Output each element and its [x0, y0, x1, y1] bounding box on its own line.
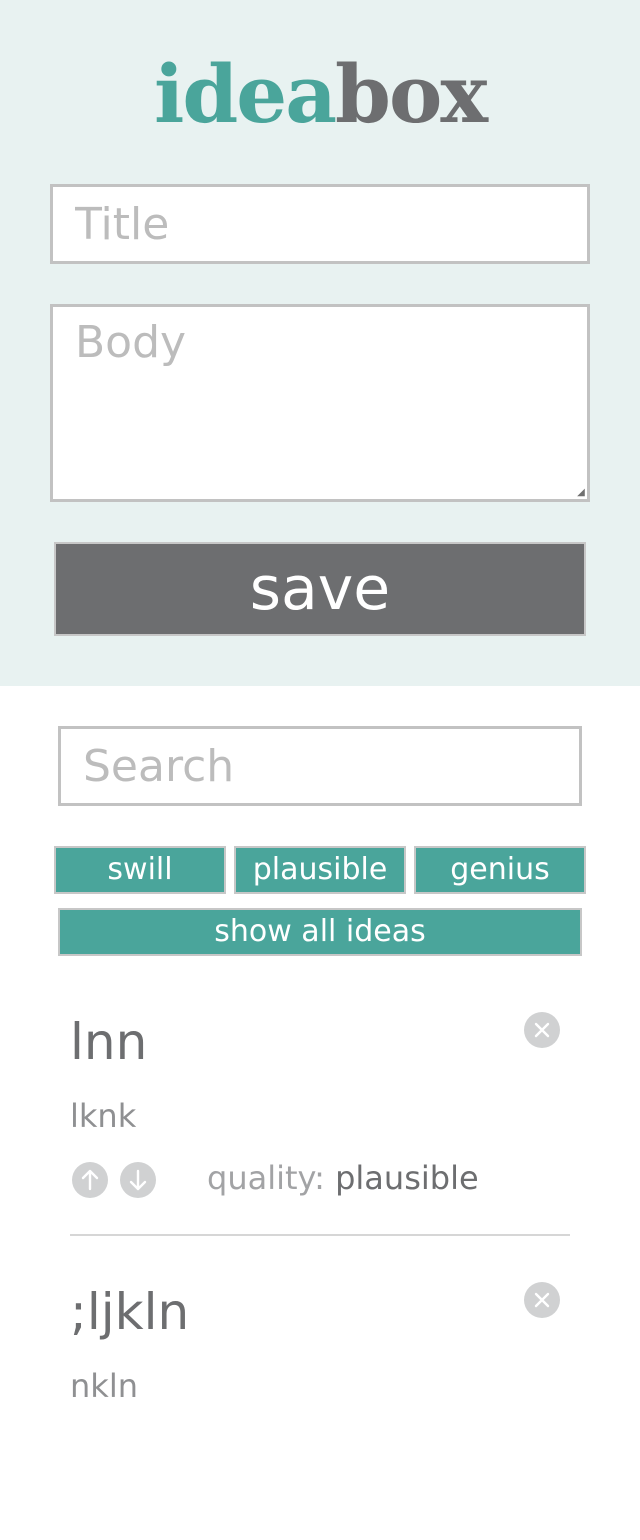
app-logo: ideabox — [0, 44, 640, 144]
logo-text-box: box — [335, 47, 488, 141]
filter-swill-button[interactable]: swill — [54, 846, 226, 894]
idea-body[interactable]: lknk — [70, 1096, 136, 1136]
header-section: ideabox ◢ save — [0, 0, 640, 686]
quality-value: plausible — [335, 1159, 479, 1197]
close-icon[interactable] — [524, 1282, 560, 1318]
idea-body[interactable]: nkln — [70, 1366, 138, 1406]
idea-title[interactable]: lnn — [70, 1012, 147, 1072]
filter-plausible-button[interactable]: plausible — [234, 846, 406, 894]
resize-grip-icon[interactable]: ◢ — [576, 488, 586, 498]
logo-text-idea: idea — [153, 47, 337, 141]
idea-card: lnn lknk quality: plausible — [70, 1000, 570, 1236]
close-icon[interactable] — [524, 1012, 560, 1048]
arrow-up-icon[interactable] — [72, 1162, 108, 1198]
show-all-ideas-button[interactable]: show all ideas — [58, 908, 582, 956]
quality-indicator: quality: plausible — [207, 1158, 479, 1198]
save-button[interactable]: save — [54, 542, 586, 636]
quality-label: quality: — [207, 1159, 336, 1197]
idea-card: ;ljkln nkln — [70, 1270, 570, 1540]
arrow-down-icon[interactable] — [120, 1162, 156, 1198]
filter-genius-button[interactable]: genius — [414, 846, 586, 894]
body-input[interactable] — [50, 304, 590, 502]
idea-title[interactable]: ;ljkln — [70, 1282, 189, 1342]
title-input[interactable] — [50, 184, 590, 264]
search-input[interactable] — [58, 726, 582, 806]
